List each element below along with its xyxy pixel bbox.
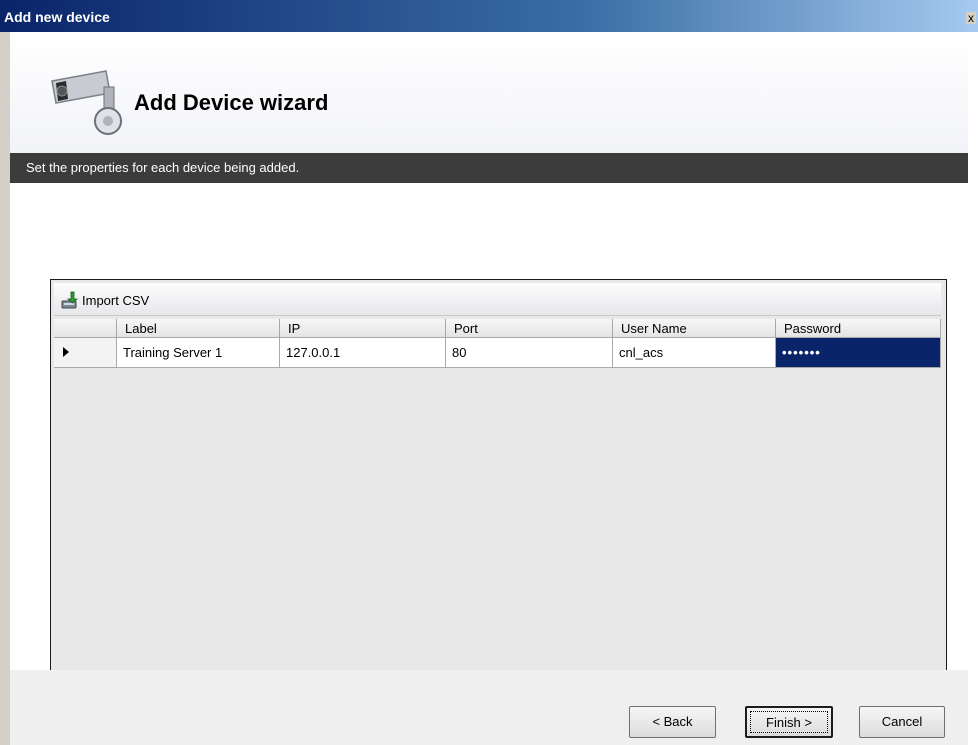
cell-ip[interactable]: 127.0.0.1 [280, 338, 446, 368]
import-csv-label: Import CSV [82, 292, 150, 308]
table-row[interactable]: Training Server 1 127.0.0.1 80 cnl_acs •… [54, 338, 941, 368]
security-camera-icon [51, 70, 122, 135]
row-header-corner [54, 319, 117, 338]
cell-label[interactable]: Training Server 1 [117, 338, 280, 368]
wizard-body: Import CSV Label IP Port User Name Passw… [10, 183, 968, 675]
device-table: Label IP Port User Name Password Trainin… [54, 319, 941, 368]
column-header-user-name[interactable]: User Name [613, 319, 776, 338]
title-bar: Add new device x [0, 0, 978, 32]
instruction-text: Set the properties for each device being… [26, 160, 300, 175]
instruction-bar: Set the properties for each device being… [10, 153, 968, 183]
wizard-header: Add Device wizard [10, 32, 968, 153]
column-header-port[interactable]: Port [446, 319, 613, 338]
cell-user-name[interactable]: cnl_acs [613, 338, 776, 368]
cell-port[interactable]: 80 [446, 338, 613, 368]
wizard-heading: Add Device wizard [134, 90, 329, 115]
import-csv-button[interactable]: Import CSV [60, 290, 149, 310]
back-button[interactable]: < Back [629, 706, 716, 738]
grid-toolbar: Import CSV [54, 283, 941, 316]
current-row-arrow-icon[interactable] [54, 338, 117, 368]
cell-password[interactable]: ••••••• [776, 338, 941, 368]
close-icon[interactable]: x [966, 12, 976, 24]
table-header: Label IP Port User Name Password [54, 319, 941, 338]
device-grid-panel: Import CSV Label IP Port User Name Passw… [50, 279, 947, 675]
wizard-client: Add Device wizard Set the properties for… [10, 32, 968, 745]
import-csv-icon [61, 291, 79, 309]
window-title: Add new device [4, 9, 110, 25]
column-header-ip[interactable]: IP [280, 319, 446, 338]
finish-label: Finish > [750, 711, 828, 733]
column-header-label[interactable]: Label [117, 319, 280, 338]
cancel-button[interactable]: Cancel [859, 706, 945, 738]
column-header-password[interactable]: Password [776, 319, 941, 338]
finish-button[interactable]: Finish > [745, 706, 833, 738]
wizard-footer: < Back Finish > Cancel [10, 670, 968, 745]
